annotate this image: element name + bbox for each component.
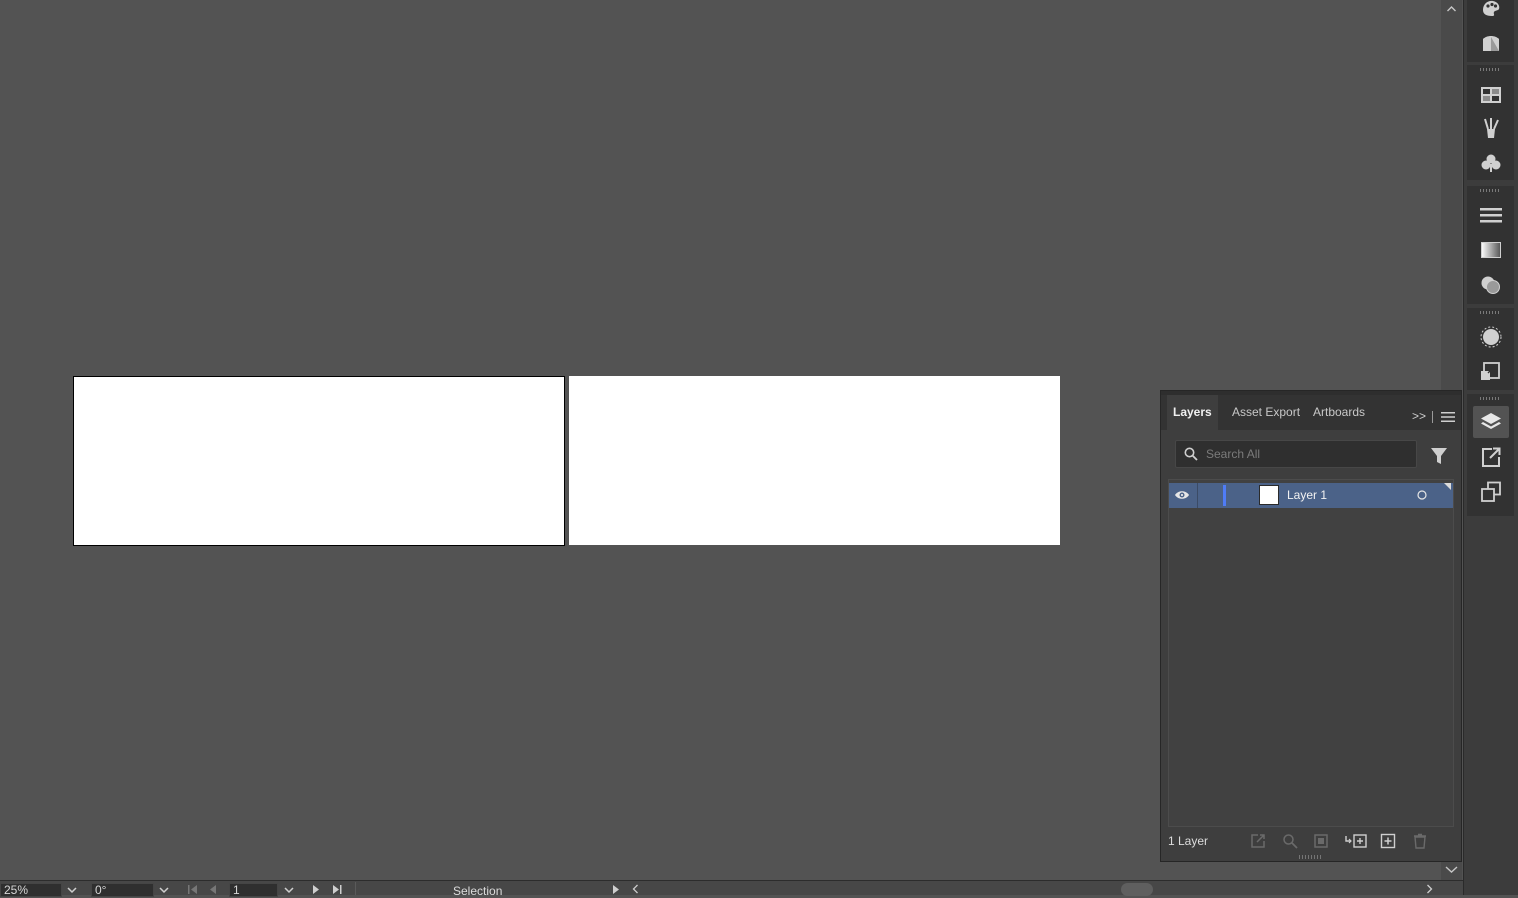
tab-asset-export[interactable]: Asset Export — [1226, 395, 1308, 430]
panel-resize-grip[interactable] — [1299, 855, 1323, 859]
dock-grip[interactable] — [1467, 308, 1514, 316]
dock-grip[interactable] — [1467, 65, 1514, 73]
artboards-button[interactable] — [1473, 476, 1509, 508]
tab-artboards[interactable]: Artboards — [1307, 395, 1371, 430]
filter-icon[interactable] — [1429, 446, 1449, 466]
locate-object-icon — [1283, 834, 1298, 849]
selection-corner-icon — [1444, 483, 1451, 490]
previous-artboard-icon[interactable] — [209, 885, 217, 894]
more-tabs-button[interactable]: >> — [1411, 399, 1427, 434]
tab-layers[interactable]: Layers — [1167, 395, 1218, 430]
stroke-icon — [1480, 208, 1502, 223]
clipping-mask-button[interactable] — [1312, 833, 1330, 849]
dock-grip[interactable] — [1467, 394, 1514, 402]
zoom-dropdown-icon[interactable] — [67, 887, 77, 894]
rotation-dropdown-icon[interactable] — [159, 887, 169, 894]
panel-menu-icon[interactable] — [1441, 411, 1455, 423]
layers-list: Layer 1 — [1168, 479, 1454, 827]
horizontal-scroll-thumb[interactable] — [1121, 883, 1153, 896]
swatches-button[interactable] — [1473, 79, 1509, 111]
gradient-button[interactable] — [1473, 234, 1509, 266]
export-button[interactable] — [1473, 441, 1509, 473]
layer-row[interactable]: Layer 1 — [1169, 483, 1453, 508]
dock-group-2 — [1467, 65, 1514, 180]
export-icon — [1251, 834, 1265, 848]
new-layer-button[interactable] — [1379, 833, 1397, 849]
new-sublayer-icon — [1345, 834, 1367, 848]
search-input[interactable] — [1206, 445, 1406, 463]
clipping-mask-icon — [1314, 834, 1328, 848]
export-icon — [1482, 447, 1501, 467]
layer-name[interactable]: Layer 1 — [1287, 483, 1327, 508]
search-icon — [1184, 447, 1198, 461]
scroll-up-icon[interactable] — [1446, 4, 1457, 15]
collect-export-button[interactable] — [1249, 833, 1267, 849]
collapse-chevron-icon[interactable] — [1441, 862, 1462, 878]
layers-button[interactable] — [1473, 406, 1509, 438]
lock-column[interactable] — [1197, 483, 1198, 508]
dock-group-5 — [1467, 394, 1514, 516]
panel-dock — [1463, 0, 1518, 895]
swatches-icon — [1481, 87, 1501, 103]
symbols-icon — [1481, 154, 1501, 172]
transparency-button[interactable] — [1473, 269, 1509, 301]
graphic-styles-icon — [1480, 326, 1502, 348]
layers-search — [1175, 440, 1417, 468]
new-sublayer-button[interactable] — [1345, 833, 1367, 849]
layer-color-bar — [1223, 485, 1226, 506]
dock-group-1 — [1467, 0, 1514, 62]
transparency-icon — [1481, 276, 1500, 294]
delete-layer-button[interactable] — [1411, 833, 1429, 849]
stroke-button[interactable] — [1473, 199, 1509, 231]
artboard-2[interactable] — [569, 376, 1060, 545]
scroll-right-icon[interactable] — [1426, 884, 1433, 894]
artboard-1[interactable] — [73, 376, 565, 546]
status-divider — [355, 882, 356, 895]
target-icon[interactable] — [1417, 490, 1427, 500]
dock-group-3 — [1467, 186, 1514, 304]
new-layer-icon — [1380, 833, 1396, 849]
dock-grip[interactable] — [1467, 186, 1514, 194]
graphic-styles-button[interactable] — [1473, 321, 1509, 353]
locate-object-button[interactable] — [1281, 833, 1299, 849]
dock-group-4 — [1467, 308, 1514, 390]
status-bar: 25% 0° 1 Selection — [0, 880, 1463, 898]
layer-thumbnail — [1259, 485, 1279, 505]
layers-panel: Layers Asset Export Artboards >> Layer 1… — [1160, 390, 1462, 862]
first-artboard-icon[interactable] — [188, 885, 198, 894]
asset-export-button[interactable] — [1473, 356, 1509, 388]
asset-export-icon — [1481, 362, 1500, 380]
eye-icon[interactable] — [1174, 489, 1190, 501]
status-menu-arrow-icon[interactable] — [612, 885, 620, 894]
brushes-button[interactable] — [1473, 112, 1509, 144]
next-artboard-icon[interactable] — [312, 885, 320, 894]
last-artboard-icon[interactable] — [332, 885, 342, 894]
appearance-icon — [1483, 36, 1499, 51]
artboard-dropdown-icon[interactable] — [284, 887, 294, 894]
trash-icon — [1414, 833, 1426, 849]
scroll-left-icon[interactable] — [632, 884, 639, 894]
panel-tabs: Layers Asset Export Artboards >> — [1161, 395, 1461, 430]
layers-count: 1 Layer — [1168, 834, 1209, 848]
color-guide-button[interactable] — [1473, 0, 1509, 24]
artboards-icon — [1481, 481, 1501, 502]
tab-separator — [1432, 411, 1433, 423]
layers-icon — [1481, 413, 1501, 429]
color-guide-icon — [1483, 0, 1500, 16]
appearance-button[interactable] — [1473, 27, 1509, 59]
symbols-button[interactable] — [1473, 147, 1509, 179]
gradient-icon — [1481, 242, 1501, 258]
brushes-icon — [1484, 118, 1499, 138]
current-tool-label: Selection — [453, 884, 503, 898]
